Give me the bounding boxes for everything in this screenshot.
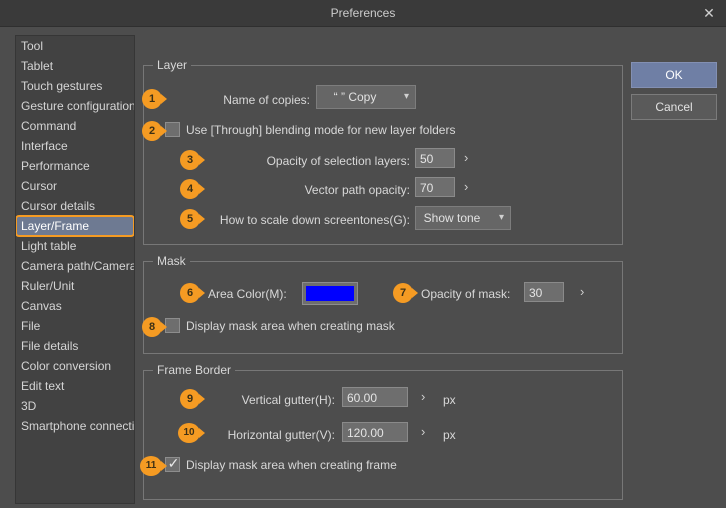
opacity-selection-layers-input[interactable]: 50 bbox=[415, 148, 455, 168]
check-icon: ✓ bbox=[167, 455, 180, 471]
badge-7: 7 bbox=[393, 283, 418, 303]
sidebar-item-performance[interactable]: Performance bbox=[16, 156, 134, 176]
frame-border-group-title: Frame Border bbox=[153, 363, 236, 377]
opacity-of-mask-input[interactable]: 30 bbox=[524, 282, 564, 302]
name-of-copies-label: Name of copies: bbox=[223, 93, 310, 107]
mask-group: Mask bbox=[143, 254, 623, 354]
window-title: Preferences bbox=[330, 6, 396, 20]
badge-1: 1 bbox=[142, 89, 167, 109]
sidebar-item-camera-path-camera[interactable]: Camera path/Camera bbox=[16, 256, 134, 276]
sidebar-item-command[interactable]: Command bbox=[16, 116, 134, 136]
vector-path-opacity-label: Vector path opacity: bbox=[304, 183, 410, 197]
vertical-gutter-unit: px bbox=[443, 393, 456, 407]
display-mask-area-frame-checkbox[interactable]: ✓ bbox=[165, 455, 180, 472]
name-of-copies-value: “ ” Copy bbox=[333, 90, 377, 104]
mask-group-title: Mask bbox=[153, 254, 190, 268]
sidebar-item-cursor-details[interactable]: Cursor details bbox=[16, 196, 134, 216]
sidebar-item-ruler-unit[interactable]: Ruler/Unit bbox=[16, 276, 134, 296]
badge-5: 5 bbox=[180, 209, 205, 229]
vertical-gutter-stepper[interactable]: › bbox=[421, 388, 425, 406]
scale-down-screentones-value: Show tone bbox=[423, 211, 481, 225]
badge-6: 6 bbox=[180, 283, 205, 303]
chevron-down-icon: ▾ bbox=[403, 91, 409, 102]
scale-down-screentones-combo[interactable]: Show tone ▾ bbox=[415, 206, 511, 230]
vertical-gutter-input[interactable]: 60.00 bbox=[342, 387, 408, 407]
display-mask-area-label: Display mask area when creating mask bbox=[186, 319, 395, 333]
opacity-selection-layers-label: Opacity of selection layers: bbox=[266, 154, 410, 168]
area-color-value bbox=[306, 286, 354, 301]
ok-button[interactable]: OK bbox=[631, 62, 717, 88]
horizontal-gutter-input[interactable]: 120.00 bbox=[342, 422, 408, 442]
horizontal-gutter-unit: px bbox=[443, 428, 456, 442]
through-blending-label: Use [Through] blending mode for new laye… bbox=[186, 123, 456, 137]
opacity-of-mask-stepper[interactable]: › bbox=[580, 283, 584, 301]
vector-path-opacity-input[interactable]: 70 bbox=[415, 177, 455, 197]
sidebar-item-tablet[interactable]: Tablet bbox=[16, 56, 134, 76]
opacity-selection-layers-stepper[interactable]: › bbox=[464, 149, 468, 167]
dialog-body: Tool Tablet Touch gestures Gesture confi… bbox=[0, 27, 726, 508]
vertical-gutter-label: Vertical gutter(H): bbox=[241, 393, 335, 407]
sidebar-item-file[interactable]: File bbox=[16, 316, 134, 336]
sidebar-item-file-details[interactable]: File details bbox=[16, 336, 134, 356]
sidebar-item-3d[interactable]: 3D bbox=[16, 396, 134, 416]
layer-group-title: Layer bbox=[153, 58, 192, 72]
sidebar-item-light-table[interactable]: Light table bbox=[16, 236, 134, 256]
sidebar-item-smartphone-connection[interactable]: Smartphone connection bbox=[16, 416, 134, 436]
close-icon[interactable]: ✕ bbox=[694, 2, 724, 24]
sidebar-item-color-conversion[interactable]: Color conversion bbox=[16, 356, 134, 376]
sidebar-item-interface[interactable]: Interface bbox=[16, 136, 134, 156]
sidebar-item-cursor[interactable]: Cursor bbox=[16, 176, 134, 196]
settings-category-list[interactable]: Tool Tablet Touch gestures Gesture confi… bbox=[15, 35, 135, 504]
chevron-down-icon: ▾ bbox=[498, 212, 504, 223]
through-blending-checkbox[interactable] bbox=[165, 122, 180, 137]
sidebar-item-gesture-configuration[interactable]: Gesture configuration bbox=[16, 96, 134, 116]
display-mask-area-frame-label: Display mask area when creating frame bbox=[186, 458, 397, 472]
sidebar-item-touch-gestures[interactable]: Touch gestures bbox=[16, 76, 134, 96]
badge-8: 8 bbox=[142, 317, 167, 337]
sidebar-item-edit-text[interactable]: Edit text bbox=[16, 376, 134, 396]
badge-4: 4 bbox=[180, 179, 205, 199]
sidebar-item-tool[interactable]: Tool bbox=[16, 36, 134, 56]
display-mask-area-checkbox[interactable] bbox=[165, 318, 180, 333]
badge-9: 9 bbox=[180, 389, 205, 409]
horizontal-gutter-label: Horizontal gutter(V): bbox=[227, 428, 335, 442]
sidebar-item-layer-frame[interactable]: Layer/Frame bbox=[16, 215, 134, 237]
horizontal-gutter-stepper[interactable]: › bbox=[421, 423, 425, 441]
cancel-button[interactable]: Cancel bbox=[631, 94, 717, 120]
opacity-of-mask-label: Opacity of mask: bbox=[421, 287, 511, 301]
badge-11: 11 bbox=[140, 456, 167, 476]
badge-2: 2 bbox=[142, 121, 167, 141]
name-of-copies-combo[interactable]: “ ” Copy ▾ bbox=[316, 85, 416, 109]
vector-path-opacity-stepper[interactable]: › bbox=[464, 178, 468, 196]
sidebar-item-canvas[interactable]: Canvas bbox=[16, 296, 134, 316]
area-color-swatch[interactable] bbox=[302, 282, 358, 305]
badge-3: 3 bbox=[180, 150, 205, 170]
title-bar: Preferences ✕ bbox=[0, 0, 726, 27]
badge-10: 10 bbox=[178, 423, 205, 443]
scale-down-screentones-label: How to scale down screentones(G): bbox=[219, 213, 410, 227]
area-color-label: Area Color(M): bbox=[208, 287, 287, 301]
